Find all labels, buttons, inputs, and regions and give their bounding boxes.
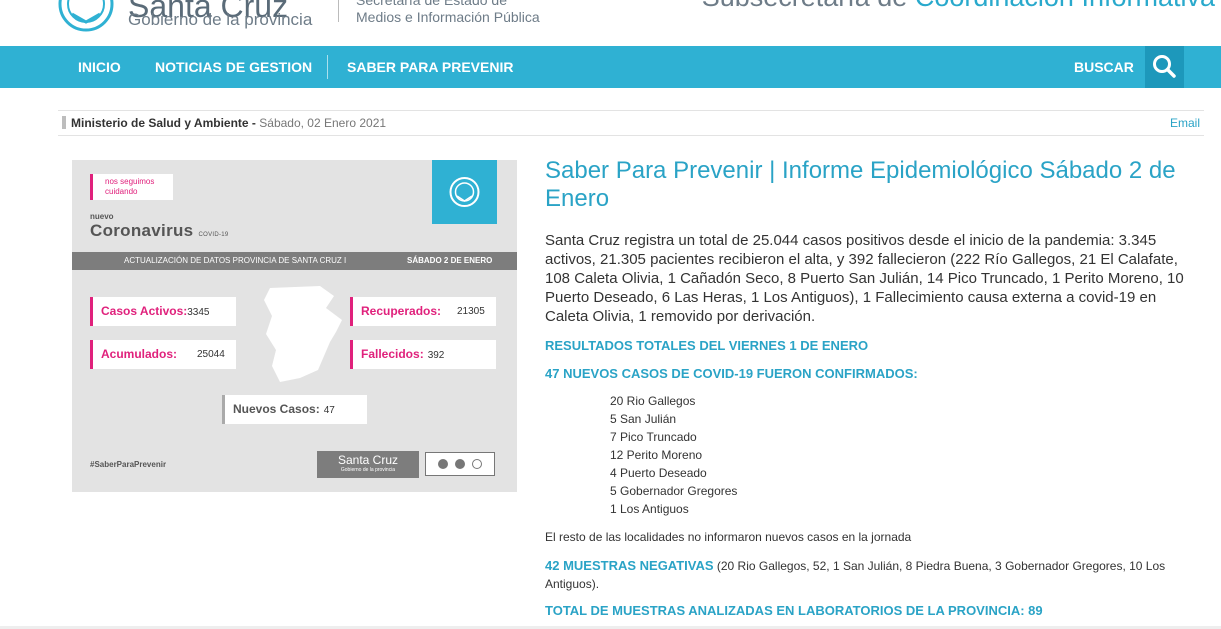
stat-value: 25044: [197, 349, 225, 360]
stat-recuperados: Recuperados: 21305: [350, 297, 496, 326]
stat-fallecidos: Fallecidos: 392: [350, 340, 496, 369]
article-date: Sábado, 02 Enero 2021: [259, 116, 387, 130]
logo-title: Santa Cruz: [337, 453, 399, 467]
telegram-icon: [438, 459, 448, 469]
list-item: 12 Perito Moreno: [610, 448, 703, 462]
logo-subtitle: Gobierno de la provincia: [340, 467, 396, 473]
province-seal-icon: [449, 177, 480, 207]
stat-value: 3345: [187, 307, 210, 318]
brand-subtitle: Gobierno de la provincia: [128, 10, 313, 29]
search-label[interactable]: BUSCAR: [1074, 46, 1134, 88]
subsecretaria-title: Subsecretaría de Coordinación Informativ…: [702, 0, 1215, 13]
update-banner: ACTUALIZACIÓN DE DATOS PROVINCIA DE SANT…: [72, 252, 517, 270]
nav-divider: [327, 55, 328, 79]
negative-samples: 42 MUESTRAS NEGATIVAS (20 Rio Gallegos, …: [545, 557, 1205, 593]
covid-report-image: nos seguimos cuidando nuevo Coronavirus …: [72, 160, 517, 492]
province-seal-icon[interactable]: [58, 0, 114, 32]
coronavirus-word: Coronavirus: [90, 221, 194, 240]
santa-cruz-logo: Santa Cruz Gobierno de la provincia: [317, 451, 419, 478]
update-banner-left: ACTUALIZACIÓN DE DATOS PROVINCIA DE SANT…: [124, 256, 347, 265]
social-icons: [425, 452, 495, 476]
secretaria-line-1: Secretaría de Estado de: [356, 0, 507, 8]
results-heading: RESULTADOS TOTALES DEL VIERNES 1 DE ENER…: [545, 338, 869, 353]
nuevo-label: nuevo: [90, 212, 114, 221]
secretaria-name: Secretaría de Estado de Medios e Informa…: [356, 0, 540, 26]
stat-acumulados: Acumulados: 25044: [90, 340, 236, 369]
nav-inicio[interactable]: INICIO: [78, 46, 121, 88]
breadcrumb-ministry: Ministerio de Salud y Ambiente - Sábado,…: [71, 111, 386, 135]
breadcrumb: Ministerio de Salud y Ambiente - Sábado,…: [58, 110, 1204, 136]
stat-value: 392: [427, 350, 445, 361]
list-item: 7 Pico Truncado: [610, 430, 697, 444]
web-icon: [472, 459, 482, 469]
breadcrumb-marker: [62, 116, 66, 129]
new-cases-heading: 47 NUEVOS CASOS DE COVID-19 FUERON CONFI…: [545, 366, 918, 381]
article-intro: Santa Cruz registra un total de 25.044 c…: [545, 232, 1184, 325]
hashtag: #SaberParaPrevenir: [90, 460, 167, 469]
stat-label: Fallecidos:: [361, 347, 424, 361]
total-samples-heading: TOTAL DE MUESTRAS ANALIZADAS EN LABORATO…: [545, 603, 1043, 618]
site-header: Santa Cruz Gobierno de la provincia Secr…: [0, 0, 1221, 46]
stat-label: Casos Activos:: [101, 304, 188, 318]
card-seal: [432, 160, 497, 224]
list-item: 20 Rio Gallegos: [610, 394, 696, 408]
main-nav: INICIO NOTICIAS DE GESTION SABER PARA PR…: [0, 46, 1221, 88]
search-button[interactable]: [1145, 46, 1184, 88]
stat-nuevos-casos: Nuevos Casos: 47: [222, 395, 367, 424]
subsecretaria-highlight: Coordinación Informativa: [915, 0, 1215, 12]
coronavirus-title: Coronavirus COVID-19: [90, 221, 229, 241]
stat-value: 21305: [457, 306, 485, 317]
stat-label: Recuperados:: [361, 304, 442, 318]
ministry-name: Ministerio de Salud y Ambiente -: [71, 116, 256, 130]
facebook-icon: [455, 459, 465, 469]
province-map-icon: [264, 286, 342, 382]
subsecretaria-prefix: Subsecretaría de: [702, 0, 908, 12]
stat-value: 47: [323, 405, 335, 416]
covid-label: COVID-19: [198, 232, 229, 238]
nav-noticias-de-gestion[interactable]: NOTICIAS DE GESTION: [155, 46, 312, 88]
list-item: 5 Gobernador Gregores: [610, 484, 738, 498]
update-banner-date: SÁBADO 2 DE ENERO: [407, 256, 493, 265]
header-divider: [338, 0, 339, 22]
stat-label: Acumulados:: [101, 347, 178, 361]
nav-saber-para-prevenir[interactable]: SABER PARA PREVENIR: [347, 46, 513, 88]
email-link[interactable]: Email: [1170, 111, 1200, 135]
article-title[interactable]: Saber Para Prevenir | Informe Epidemioló…: [545, 157, 1205, 213]
new-cases-list: 20 Rio Gallegos 5 San Julián 7 Pico Trun…: [610, 392, 737, 518]
secretaria-line-2: Medios e Información Pública: [356, 9, 540, 25]
negative-samples-heading: 42 MUESTRAS NEGATIVAS: [545, 558, 714, 573]
list-item: 4 Puerto Deseado: [610, 466, 707, 480]
search-icon: [1153, 55, 1176, 78]
stat-label: Nuevos Casos:: [233, 402, 320, 416]
stat-casos-activos: Casos Activos:3345: [90, 297, 236, 326]
list-item: 5 San Julián: [610, 412, 677, 426]
list-item: 1 Los Antiguos: [610, 502, 689, 516]
campaign-tag: nos seguimos cuidando: [90, 174, 173, 200]
rest-note: El resto de las localidades no informaro…: [545, 530, 912, 544]
